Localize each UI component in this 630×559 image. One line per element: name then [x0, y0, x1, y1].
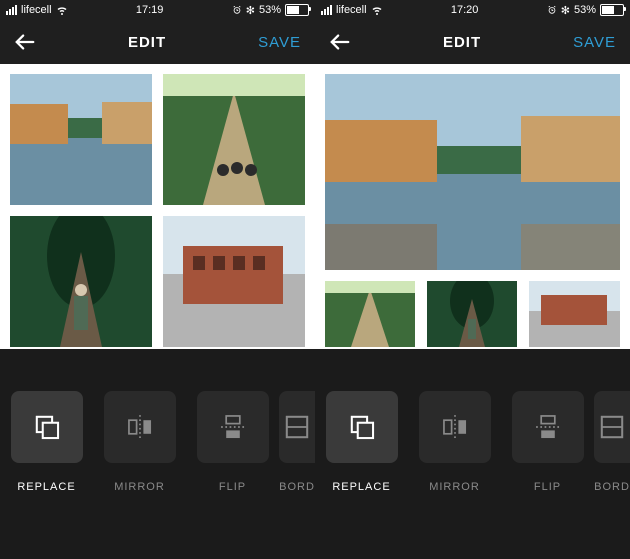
tool-label: MIRROR [429, 481, 480, 493]
tool-label: FLIP [534, 481, 561, 493]
carrier-label: lifecell [336, 4, 367, 16]
thumb-park[interactable] [325, 281, 415, 347]
tool-label: BORD [279, 481, 315, 493]
layout-canvas [315, 64, 630, 349]
alarm-icon [547, 5, 557, 15]
save-button[interactable]: SAVE [573, 34, 616, 51]
battery-pct: 53% [574, 4, 596, 16]
tool-label: REPLACE [332, 481, 390, 493]
screen-grid-edit: lifecell 17:19 ✻ 53% EDIT SAVE [0, 0, 315, 559]
replace-icon [11, 391, 83, 463]
tool-border[interactable]: BORD [594, 391, 630, 541]
tile-park[interactable] [163, 74, 305, 205]
tool-label: BORD [594, 481, 630, 493]
back-icon[interactable] [14, 31, 36, 53]
flip-icon [512, 391, 584, 463]
tool-replace[interactable]: REPLACE [0, 391, 93, 541]
mirror-icon [419, 391, 491, 463]
alarm-icon [232, 5, 242, 15]
tile-river-large[interactable] [325, 74, 620, 270]
thumb-brick[interactable] [529, 281, 620, 347]
tool-strip: REPLACE MIRROR FLIP BORD [315, 349, 630, 559]
battery-pct: 53% [259, 4, 281, 16]
tool-flip[interactable]: FLIP [186, 391, 279, 541]
border-icon [279, 391, 315, 463]
nav-bar: EDIT SAVE [315, 20, 630, 64]
signal-icon [6, 5, 17, 15]
screen-feature-edit: lifecell 17:20 ✻ 53% EDIT SAVE [315, 0, 630, 559]
clock-label: 17:19 [136, 4, 164, 16]
signal-icon [321, 5, 332, 15]
mirror-icon [104, 391, 176, 463]
replace-icon [326, 391, 398, 463]
battery-icon [600, 4, 624, 16]
tool-replace[interactable]: REPLACE [315, 391, 408, 541]
layout-canvas [0, 64, 315, 349]
tool-mirror[interactable]: MIRROR [93, 391, 186, 541]
carrier-label: lifecell [21, 4, 52, 16]
battery-icon [285, 4, 309, 16]
tile-forest[interactable] [10, 216, 152, 347]
bluetooth-icon: ✻ [561, 4, 570, 17]
wifi-icon [371, 4, 383, 16]
left-tools: REPLACE MIRROR FLIP BORD [0, 391, 315, 541]
nav-bar: EDIT SAVE [0, 20, 315, 64]
nav-title: EDIT [443, 34, 481, 51]
tool-flip[interactable]: FLIP [501, 391, 594, 541]
tool-label: REPLACE [17, 481, 75, 493]
back-icon[interactable] [329, 31, 351, 53]
clock-label: 17:20 [451, 4, 479, 16]
border-icon [594, 391, 630, 463]
tool-mirror[interactable]: MIRROR [408, 391, 501, 541]
save-button[interactable]: SAVE [258, 34, 301, 51]
status-bar: lifecell 17:19 ✻ 53% [0, 0, 315, 20]
right-tools: REPLACE MIRROR FLIP BORD [315, 391, 630, 541]
tile-brick[interactable] [163, 216, 305, 347]
wifi-icon [56, 4, 68, 16]
nav-title: EDIT [128, 34, 166, 51]
tool-label: MIRROR [114, 481, 165, 493]
tool-border[interactable]: BORD [279, 391, 315, 541]
flip-icon [197, 391, 269, 463]
thumb-forest[interactable] [427, 281, 517, 347]
bluetooth-icon: ✻ [246, 4, 255, 17]
tile-river[interactable] [10, 74, 152, 205]
tool-label: FLIP [219, 481, 246, 493]
status-bar: lifecell 17:20 ✻ 53% [315, 0, 630, 20]
tool-strip: REPLACE MIRROR FLIP BORD [0, 349, 315, 559]
